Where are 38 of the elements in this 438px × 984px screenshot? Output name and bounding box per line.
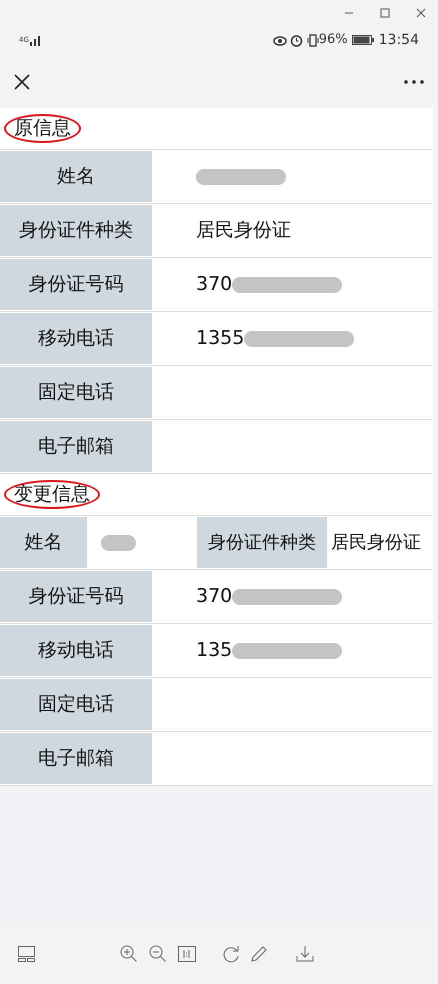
zoom-in-icon[interactable] xyxy=(120,945,138,963)
field-label: 身份证件种类 xyxy=(0,205,152,256)
section-title: 变更信息 xyxy=(4,480,100,509)
field-value: 1355 xyxy=(196,326,244,352)
field-label: 移动电话 xyxy=(0,313,152,364)
thumbnails-icon[interactable] xyxy=(18,946,35,962)
actual-size-icon[interactable] xyxy=(178,946,196,962)
field-label: 身份证件种类 xyxy=(197,517,327,568)
field-value: 135 xyxy=(196,638,232,664)
field-label: 固定电话 xyxy=(0,367,152,418)
field-label: 移动电话 xyxy=(0,625,152,676)
battery-icon xyxy=(352,35,374,45)
field-label: 姓名 xyxy=(0,517,87,568)
zoom-out-icon[interactable] xyxy=(149,945,167,963)
rotate-icon[interactable] xyxy=(223,946,240,962)
more-icon[interactable] xyxy=(404,80,424,84)
maximize-icon[interactable] xyxy=(380,8,390,18)
close-icon[interactable] xyxy=(416,8,426,18)
field-label: 电子邮箱 xyxy=(0,421,152,472)
field-label: 电子邮箱 xyxy=(0,733,152,784)
field-value: 370 xyxy=(196,584,232,610)
field-label: 身份证号码 xyxy=(0,571,152,622)
eye-icon xyxy=(272,34,287,46)
alarm-icon xyxy=(290,34,303,46)
section-title: 原信息 xyxy=(4,114,81,143)
field-label: 身份证号码 xyxy=(0,259,152,310)
signal-icon xyxy=(28,34,43,46)
clock-time: 13:54 xyxy=(378,30,419,50)
pencil-icon[interactable] xyxy=(251,946,267,962)
field-label: 固定电话 xyxy=(0,679,152,730)
battery-percent: 96% xyxy=(318,31,348,50)
field-value: 居民身份证 xyxy=(196,218,291,244)
field-value: 370 xyxy=(196,272,232,298)
close-icon[interactable] xyxy=(14,74,30,90)
field-label: 姓名 xyxy=(0,151,152,202)
vibrate-icon xyxy=(306,34,319,46)
download-icon[interactable] xyxy=(296,946,314,962)
field-value: 居民身份证 xyxy=(330,531,422,555)
